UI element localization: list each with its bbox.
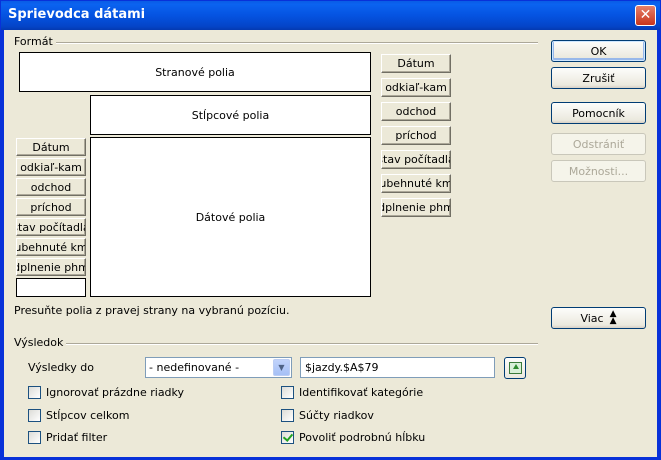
destination-select-value: - nedefinované - (149, 361, 240, 374)
row-field-stav-pocitadla[interactable]: stav počítadla (16, 218, 86, 236)
data-fields-label: Dátové polia (195, 210, 266, 224)
total-columns-label: Stĺpcov celkom (46, 409, 130, 422)
result-group-label: Výsledok (14, 336, 64, 349)
enable-drilldown-label: Povoliť podrobnú hĺbku (299, 431, 426, 444)
ignore-empty-rows-label: Ignorovať prázdne riadky (46, 386, 185, 399)
destination-input[interactable]: $jazdy.$A$79 (300, 357, 495, 378)
checkbox-box[interactable] (281, 386, 294, 399)
shrink-dialog-button[interactable] (504, 357, 526, 379)
available-field-stav-pocitadla[interactable]: stav počítadla (381, 150, 451, 169)
add-filter-label: Pridať filter (46, 431, 108, 444)
column-fields-area[interactable]: Stĺpcové polia (90, 95, 371, 135)
checkbox-box[interactable] (281, 409, 294, 422)
total-rows-checkbox[interactable]: Súčty riadkov (281, 409, 374, 422)
row-field-doplnenie-phm[interactable]: dplnenie phm (16, 258, 86, 276)
more-button-label: Viac (580, 311, 604, 325)
enable-drilldown-checkbox[interactable]: Povoliť podrobnú hĺbku (281, 431, 425, 444)
shrink-dialog-icon (509, 362, 522, 374)
checkbox-box[interactable] (28, 409, 41, 422)
identify-categories-checkbox[interactable]: Identifikovať kategórie (281, 386, 423, 399)
double-chevron-up-icon: ▲ ▲ (609, 309, 617, 326)
remove-button[interactable]: Odstrániť (551, 133, 646, 155)
available-field-odkial-kam[interactable]: odkiaľ-kam (381, 78, 451, 97)
row-field-empty-slot[interactable] (16, 278, 86, 297)
dialog-body: Formát Stranové polia Stĺpcové polia Dát… (4, 30, 657, 457)
row-field-ubehnute-km[interactable]: ubehnuté km (16, 238, 86, 256)
available-field-odchod[interactable]: odchod (381, 102, 451, 121)
results-to-label: Výsledky do (28, 361, 94, 374)
close-button[interactable]: ✕ (635, 5, 656, 26)
cancel-button[interactable]: Zrušiť (551, 67, 646, 89)
layout-group-label: Formát (14, 35, 53, 48)
add-filter-checkbox[interactable]: Pridať filter (28, 431, 107, 444)
available-field-ubehnute-km[interactable]: ubehnuté km (381, 174, 451, 193)
checkbox-box[interactable] (28, 386, 41, 399)
pivot-table-dialog: Sprievodca dátami ✕ Formát Stranové poli… (0, 0, 661, 460)
result-group-separator (66, 343, 538, 345)
checkbox-box[interactable] (28, 431, 41, 444)
total-columns-checkbox[interactable]: Stĺpcov celkom (28, 409, 129, 422)
page-fields-area[interactable]: Stranové polia (19, 52, 371, 92)
options-button[interactable]: Možnosti... (551, 160, 646, 182)
row-field-datum[interactable]: Dátum (16, 138, 86, 156)
window-title: Sprievodca dátami (8, 7, 146, 22)
row-field-odkial-kam[interactable]: odkiaľ-kam (16, 158, 86, 176)
available-field-datum[interactable]: Dátum (381, 54, 451, 73)
checkbox-box-checked[interactable] (281, 431, 294, 444)
help-button[interactable]: Pomocník (551, 102, 646, 124)
ignore-empty-rows-checkbox[interactable]: Ignorovať prázdne riadky (28, 386, 184, 399)
more-button[interactable]: Viac ▲ ▲ (551, 307, 646, 329)
destination-select[interactable]: - nedefinované - ▼ (145, 357, 292, 378)
page-fields-label: Stranové polia (155, 65, 235, 79)
row-field-prichod[interactable]: príchod (16, 198, 86, 216)
row-field-odchod[interactable]: odchod (16, 178, 86, 196)
chevron-down-icon[interactable]: ▼ (273, 359, 290, 376)
drag-hint: Presuňte polia z pravej strany na vybran… (14, 304, 290, 317)
ok-button[interactable]: OK (551, 40, 646, 62)
available-field-doplnenie-phm[interactable]: dplnenie phm (381, 198, 451, 217)
title-bar[interactable]: Sprievodca dátami ✕ (1, 1, 660, 30)
layout-group-separator (56, 42, 538, 44)
data-fields-area[interactable]: Dátové polia (90, 137, 371, 297)
identify-categories-label: Identifikovať kategórie (299, 386, 424, 399)
column-fields-label: Stĺpcové polia (191, 108, 270, 122)
available-field-prichod[interactable]: príchod (381, 126, 451, 145)
total-rows-label: Súčty riadkov (299, 409, 374, 422)
